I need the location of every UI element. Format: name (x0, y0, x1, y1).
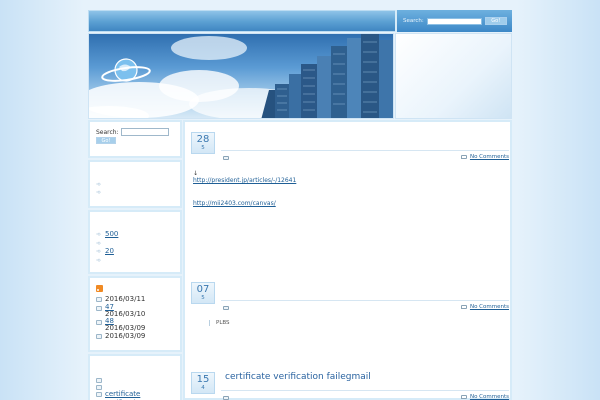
header-side-panel (395, 33, 512, 119)
rss-icon[interactable] (96, 285, 103, 292)
post-body: ↓ http://president.jp/articles/-/12641 h… (193, 170, 296, 207)
post-meta: No Comments (223, 154, 509, 162)
post-month: 4 (201, 385, 205, 391)
header-search-input[interactable] (426, 17, 482, 25)
arrow-icon: ➾ (96, 257, 102, 264)
post-body-link[interactable]: http://president.jp/articles/-/12641 (193, 177, 296, 185)
arrow-icon: ➾ (96, 240, 102, 247)
header-search: Search: Go! (395, 10, 512, 32)
sidebar-meta-widget: ➾ ➾ (88, 160, 182, 208)
folder-icon (96, 306, 102, 311)
comments-link[interactable]: No Comments (470, 154, 509, 160)
sidebar-link[interactable]: 500 (105, 230, 118, 239)
main-content: 28 5 No Comments ↓ http://president.jp/a… (183, 120, 512, 400)
list-item[interactable] (96, 376, 180, 383)
comments-link[interactable]: No Comments (470, 304, 509, 310)
list-item[interactable]: ➾ (96, 239, 180, 247)
arrow-icon: ➾ (96, 181, 102, 188)
post-day: 28 (196, 134, 210, 145)
divider (221, 300, 509, 301)
sidebar-search-input[interactable] (120, 128, 169, 136)
divider (221, 150, 509, 151)
post-date-badge: 07 5 (191, 282, 215, 304)
post-body-text: PLBS (216, 320, 230, 326)
list-item[interactable]: certificate verification (96, 390, 180, 400)
post-entry: 15 4 certificate verification failegmail… (191, 372, 509, 400)
sidebar-recent-posts-widget: 2016/03/11 47 2016/03/10 48 2016/03/09 201… (88, 276, 182, 352)
folder-icon (223, 306, 229, 310)
post-meta: No Comments (223, 304, 509, 312)
post-entry: 07 5 No Comments PLBS (191, 282, 509, 372)
post-month: 5 (201, 145, 205, 151)
post-day: 07 (196, 284, 210, 295)
post-meta: No Comments (223, 394, 509, 400)
sidebar-search-button[interactable]: Go! (96, 137, 116, 144)
post-month: 5 (201, 295, 205, 301)
list-item[interactable]: ➾ (96, 256, 180, 264)
post-title[interactable]: certificate verification failegmail (225, 372, 371, 382)
sidebar-link[interactable]: 20 (105, 247, 114, 256)
folder-icon (96, 320, 102, 325)
list-item[interactable]: ➾ (96, 188, 180, 196)
comments-link[interactable]: No Comments (470, 394, 509, 400)
folder-icon (223, 156, 229, 160)
arrow-icon: ➾ (96, 231, 102, 238)
sidebar-search-label: Search: (96, 128, 119, 136)
comment-icon (460, 305, 467, 309)
folder-icon (96, 392, 102, 397)
post-date-badge: 15 4 (191, 372, 215, 394)
header-search-label: Search: (403, 18, 424, 24)
list-item[interactable]: 2016/03/09 (96, 332, 180, 341)
comment-icon (460, 395, 467, 399)
folder-icon (96, 297, 102, 302)
banner-illustration (89, 34, 393, 118)
sidebar-links-widget: ➾ 500 ➾ ➾ 20 ➾ (88, 210, 182, 274)
list-item[interactable]: 48 2016/03/09 (96, 318, 180, 332)
arrow-down-icon: ↓ (193, 170, 199, 177)
post-date-badge: 28 5 (191, 132, 215, 154)
post-entry: 28 5 No Comments ↓ http://president.jp/a… (191, 132, 509, 272)
header-banner-image (88, 33, 394, 119)
list-item[interactable]: ➾ 500 (96, 230, 180, 239)
folder-icon (96, 334, 102, 339)
list-item[interactable]: ➾ (96, 180, 180, 188)
comment-icon (460, 155, 467, 159)
post-date: 2016/03/11 (105, 295, 146, 303)
arrow-icon: ➾ (96, 189, 102, 196)
folder-icon (223, 396, 229, 400)
post-date: 2016/03/09 (105, 332, 146, 340)
category-link[interactable]: certificate verification (105, 390, 180, 400)
header-search-button[interactable]: Go! (484, 17, 507, 25)
post-body-quote: PLBS (209, 320, 230, 326)
arrow-icon: ➾ (96, 248, 102, 255)
folder-icon (96, 385, 102, 390)
folder-icon (96, 378, 102, 383)
skyscrapers-image (261, 34, 393, 118)
post-date: 2016/03/09 (105, 324, 146, 332)
list-item[interactable]: ➾ 20 (96, 247, 180, 256)
globe-logo-icon (101, 58, 151, 82)
post-day: 15 (196, 374, 210, 385)
sidebar-search-widget: Search: Go! (88, 120, 182, 158)
list-item[interactable]: 47 2016/03/10 (96, 304, 180, 318)
sidebar-categories-widget: certificate verification (88, 354, 182, 400)
post-body-link[interactable]: http://mii2403.com/canvas/ (193, 200, 296, 207)
divider (221, 390, 509, 391)
list-item[interactable] (96, 383, 180, 390)
